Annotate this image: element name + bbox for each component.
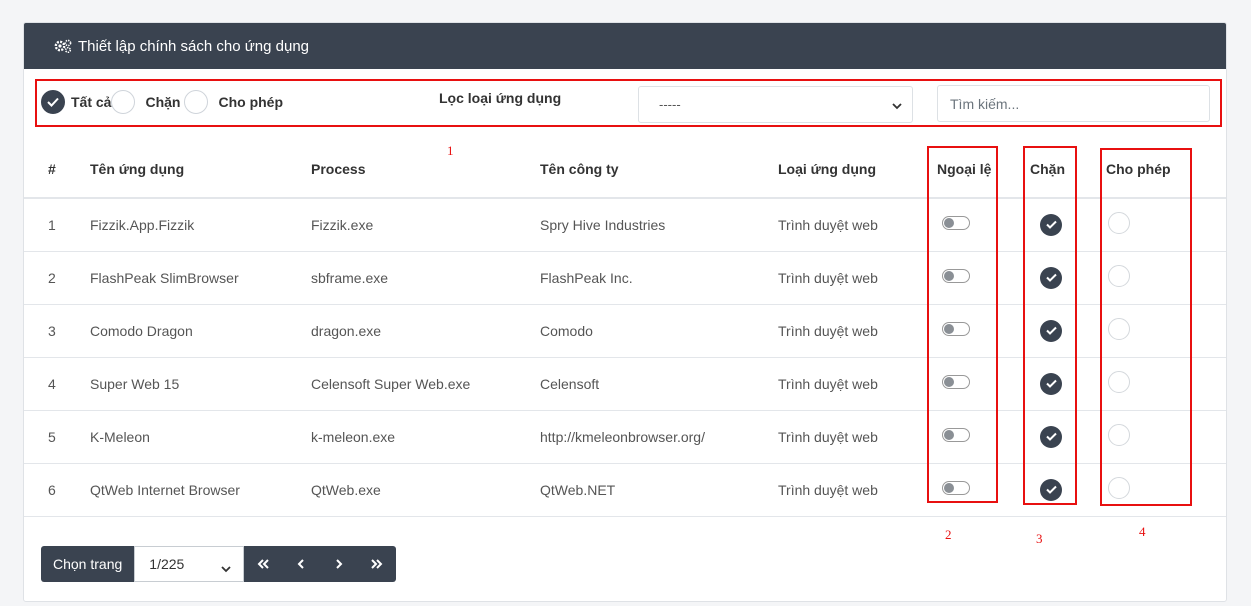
annotation-box-exception	[927, 146, 998, 503]
row-app-type: Trình duyệt web	[770, 463, 929, 517]
next-page-button[interactable]	[320, 546, 359, 582]
row-company: Comodo	[532, 304, 770, 358]
card-header: Thiết lập chính sách cho ứng dụng	[24, 23, 1226, 69]
page-select[interactable]: 1/225	[134, 546, 245, 582]
annotation-label-3: 3	[1036, 531, 1043, 546]
last-page-button[interactable]	[358, 546, 397, 582]
row-index: 1	[24, 198, 80, 252]
annotation-box-filter	[35, 79, 1222, 127]
chevron-down-icon	[221, 560, 231, 576]
prev-page-button[interactable]	[282, 546, 321, 582]
annotation-label-4: 4	[1139, 524, 1146, 539]
row-company: FlashPeak Inc.	[532, 251, 770, 305]
row-index: 5	[24, 410, 80, 464]
row-app-name: Super Web 15	[80, 357, 303, 411]
page-title: Thiết lập chính sách cho ứng dụng	[78, 37, 310, 55]
annotation-label-1: 1	[447, 143, 454, 158]
col-process: Process	[303, 140, 532, 199]
col-index: #	[24, 140, 80, 199]
row-index: 6	[24, 463, 80, 517]
row-process: dragon.exe	[303, 304, 532, 358]
page-select-label: Chọn trang	[41, 546, 135, 582]
pagination: Chọn trang 1/225	[41, 546, 397, 582]
row-app-name: Fizzik.App.Fizzik	[80, 198, 303, 252]
row-app-name: K-Meleon	[80, 410, 303, 464]
gears-icon	[54, 39, 72, 53]
col-app-type: Loại ứng dụng	[770, 140, 929, 199]
row-process: Celensoft Super Web.exe	[303, 357, 532, 411]
row-company: Spry Hive Industries	[532, 198, 770, 252]
annotation-box-allow	[1100, 148, 1192, 506]
chevron-right-icon	[336, 559, 343, 569]
double-chevron-right-icon	[371, 559, 383, 569]
row-app-type: Trình duyệt web	[770, 198, 929, 252]
row-company: Celensoft	[532, 357, 770, 411]
first-page-button[interactable]	[244, 546, 283, 582]
col-app-name: Tên ứng dụng	[80, 140, 303, 199]
col-company: Tên công ty	[532, 140, 770, 199]
row-app-name: FlashPeak SlimBrowser	[80, 251, 303, 305]
row-app-type: Trình duyệt web	[770, 304, 929, 358]
row-app-type: Trình duyệt web	[770, 251, 929, 305]
row-process: Fizzik.exe	[303, 198, 532, 252]
row-app-type: Trình duyệt web	[770, 410, 929, 464]
row-app-type: Trình duyệt web	[770, 357, 929, 411]
annotation-label-2: 2	[945, 527, 952, 542]
page-select-value: 1/225	[149, 556, 185, 572]
row-index: 4	[24, 357, 80, 411]
row-process: sbframe.exe	[303, 251, 532, 305]
row-index: 3	[24, 304, 80, 358]
row-index: 2	[24, 251, 80, 305]
double-chevron-left-icon	[257, 559, 269, 569]
row-company: http://kmeleonbrowser.org/	[532, 410, 770, 464]
row-company: QtWeb.NET	[532, 463, 770, 517]
annotation-box-block	[1023, 146, 1077, 505]
row-app-name: QtWeb Internet Browser	[80, 463, 303, 517]
row-process: QtWeb.exe	[303, 463, 532, 517]
chevron-left-icon	[297, 559, 304, 569]
row-app-name: Comodo Dragon	[80, 304, 303, 358]
row-process: k-meleon.exe	[303, 410, 532, 464]
